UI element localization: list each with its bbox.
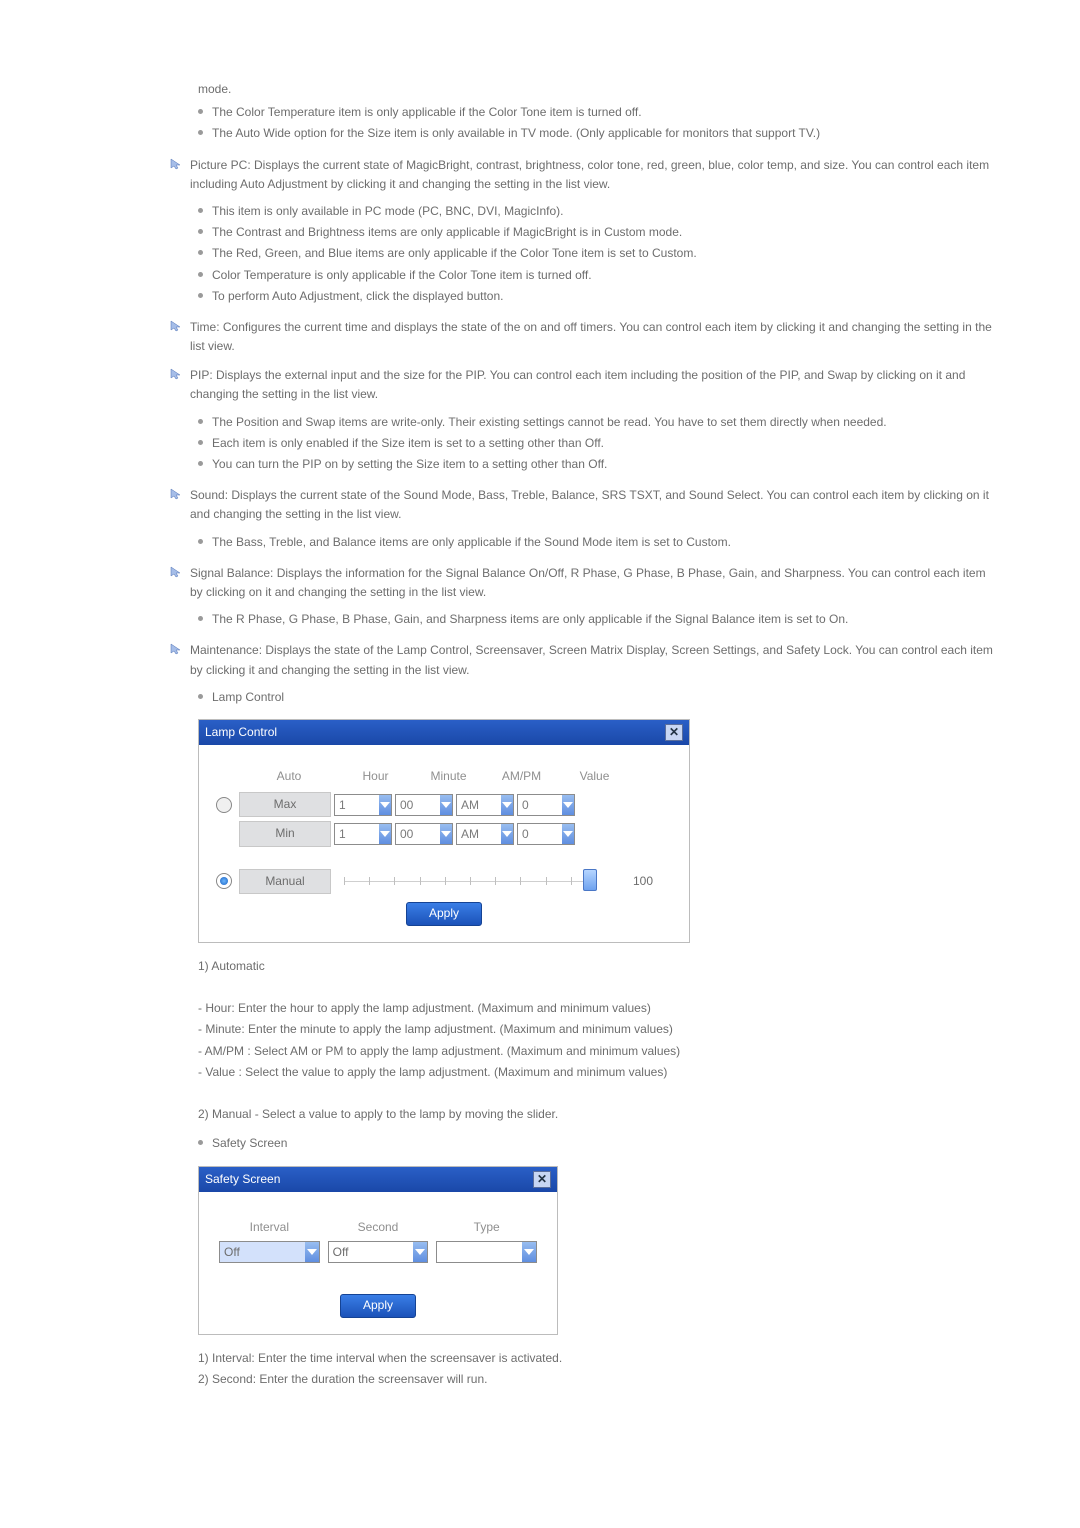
chevron-down-icon[interactable] xyxy=(379,795,391,815)
safety-screen-panel: Safety Screen ✕ Interval Second Type App… xyxy=(198,1166,558,1336)
panel-title: Safety Screen xyxy=(205,1170,280,1189)
list-item: Color Temperature is only applicable if … xyxy=(212,268,592,282)
close-icon[interactable]: ✕ xyxy=(665,724,683,741)
chevron-down-icon[interactable] xyxy=(501,795,513,815)
chevron-down-icon[interactable] xyxy=(379,824,391,844)
list-item: The R Phase, G Phase, B Phase, Gain, and… xyxy=(212,612,848,626)
col-auto: Auto xyxy=(239,767,339,786)
list-item: Each item is only enabled if the Size it… xyxy=(212,436,604,450)
apply-button[interactable]: Apply xyxy=(340,1294,416,1318)
panel-title: Lamp Control xyxy=(205,723,277,742)
col-interval: Interval xyxy=(215,1218,324,1237)
col-ampm: AM/PM xyxy=(485,767,558,786)
section-lead: Sound: Displays the current state of the… xyxy=(190,488,989,521)
section-lead: PIP: Displays the external input and the… xyxy=(190,368,965,401)
list-item: The Contrast and Brightness items are on… xyxy=(212,225,682,239)
note-heading: 1) Automatic xyxy=(198,957,995,976)
chevron-down-icon[interactable] xyxy=(440,795,452,815)
note-heading: 2) Manual - Select a value to apply to t… xyxy=(198,1105,995,1124)
intro-bullet: The Color Temperature item is only appli… xyxy=(212,105,642,119)
list-item: To perform Auto Adjustment, click the di… xyxy=(212,289,504,303)
col-second: Second xyxy=(324,1218,433,1237)
manual-slider[interactable] xyxy=(344,869,597,893)
note-line: - Hour: Enter the hour to apply the lamp… xyxy=(198,999,995,1018)
intro-tail: mode. xyxy=(198,80,995,99)
auto-radio[interactable] xyxy=(216,797,232,813)
pointer-icon xyxy=(170,488,182,500)
section-lead: Signal Balance: Displays the information… xyxy=(190,566,986,599)
intro-bullet: The Auto Wide option for the Size item i… xyxy=(212,126,820,140)
pointer-icon xyxy=(170,368,182,380)
lamp-section-label: Lamp Control xyxy=(212,690,284,704)
lamp-control-panel: Lamp Control ✕ Auto Hour Minute AM/PM Va… xyxy=(198,719,690,943)
note-line: - Value : Select the value to apply the … xyxy=(198,1063,995,1082)
max-ampm-select[interactable] xyxy=(456,794,514,816)
row-label-max: Max xyxy=(239,792,331,817)
pointer-icon xyxy=(170,566,182,578)
note-line: - AM/PM : Select AM or PM to apply the l… xyxy=(198,1042,995,1061)
close-icon[interactable]: ✕ xyxy=(533,1171,551,1188)
list-item: The Bass, Treble, and Balance items are … xyxy=(212,535,731,549)
note-line: 1) Interval: Enter the time interval whe… xyxy=(198,1349,995,1368)
max-value-select[interactable] xyxy=(517,794,575,816)
list-item: This item is only available in PC mode (… xyxy=(212,204,563,218)
pointer-icon xyxy=(170,158,182,170)
chevron-down-icon[interactable] xyxy=(413,1242,427,1262)
section-lead: Picture PC: Displays the current state o… xyxy=(190,158,989,191)
chevron-down-icon[interactable] xyxy=(305,1242,319,1262)
list-item: The Position and Swap items are write-on… xyxy=(212,415,887,429)
pointer-icon xyxy=(170,643,182,655)
col-type: Type xyxy=(432,1218,541,1237)
type-select[interactable] xyxy=(436,1241,537,1263)
col-value: Value xyxy=(558,767,631,786)
manual-value: 100 xyxy=(607,872,679,891)
max-minute-select[interactable] xyxy=(395,794,453,816)
second-select[interactable] xyxy=(328,1241,429,1263)
safety-section-label: Safety Screen xyxy=(212,1136,287,1150)
min-ampm-select[interactable] xyxy=(456,823,514,845)
list-item: The Red, Green, and Blue items are only … xyxy=(212,246,697,260)
apply-button[interactable]: Apply xyxy=(406,902,482,926)
chevron-down-icon[interactable] xyxy=(501,824,513,844)
chevron-down-icon[interactable] xyxy=(562,824,574,844)
section-lead: Maintenance: Displays the state of the L… xyxy=(190,643,993,676)
list-item: You can turn the PIP on by setting the S… xyxy=(212,457,607,471)
interval-select[interactable] xyxy=(219,1241,320,1263)
slider-thumb[interactable] xyxy=(583,869,597,891)
min-hour-select[interactable] xyxy=(334,823,392,845)
note-line: 2) Second: Enter the duration the screen… xyxy=(198,1370,995,1389)
chevron-down-icon[interactable] xyxy=(522,1242,536,1262)
row-label-min: Min xyxy=(239,821,331,846)
chevron-down-icon[interactable] xyxy=(562,795,574,815)
section-lead: Time: Configures the current time and di… xyxy=(190,320,992,353)
min-minute-select[interactable] xyxy=(395,823,453,845)
manual-radio[interactable] xyxy=(216,873,232,889)
pointer-icon xyxy=(170,320,182,332)
note-line: - Minute: Enter the minute to apply the … xyxy=(198,1020,995,1039)
col-minute: Minute xyxy=(412,767,485,786)
min-value-select[interactable] xyxy=(517,823,575,845)
col-hour: Hour xyxy=(339,767,412,786)
chevron-down-icon[interactable] xyxy=(440,824,452,844)
intro-bullet-list: The Color Temperature item is only appli… xyxy=(198,103,995,145)
row-label-manual: Manual xyxy=(239,869,331,894)
max-hour-select[interactable] xyxy=(334,794,392,816)
